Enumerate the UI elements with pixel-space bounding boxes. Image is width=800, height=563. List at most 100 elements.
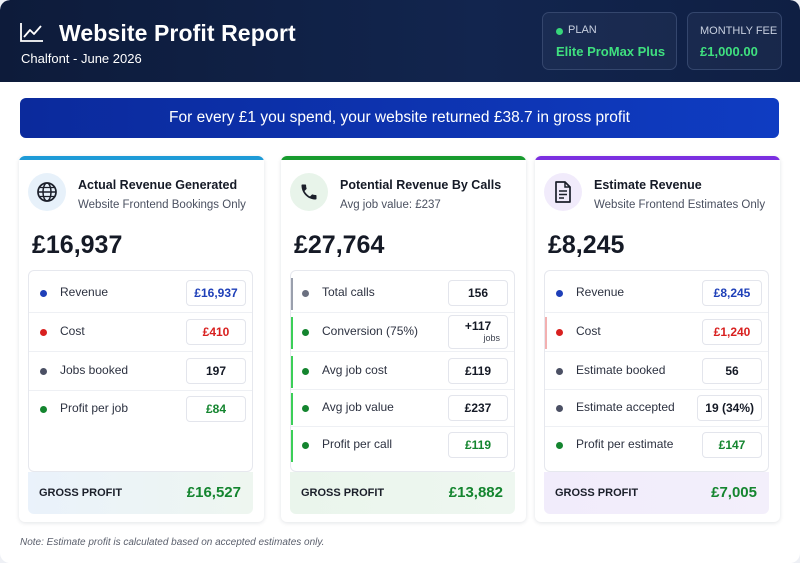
metric-value: +117 jobs xyxy=(448,315,508,349)
metric-value: £410 xyxy=(186,319,246,345)
document-icon xyxy=(544,173,582,211)
divider xyxy=(545,312,768,313)
metric-label: Jobs booked xyxy=(60,363,129,377)
bullet-icon xyxy=(302,442,309,449)
card-estimate-revenue: Estimate Revenue Website Frontend Estima… xyxy=(535,156,780,522)
globe-icon xyxy=(28,173,66,211)
metric-label: Cost xyxy=(576,324,601,338)
metric-value: £1,240 xyxy=(702,319,762,345)
plan-label: PLAN xyxy=(568,24,597,36)
status-dot-icon xyxy=(556,28,563,35)
list-item: Revenue £16,937 xyxy=(29,275,252,311)
footnote: Note: Estimate profit is calculated base… xyxy=(20,537,325,548)
metric-label: Cost xyxy=(60,324,85,338)
metric-label: Avg job value xyxy=(322,400,394,414)
metric-value: 19 (34%) xyxy=(697,395,762,421)
metric-label: Revenue xyxy=(60,285,109,299)
bullet-icon xyxy=(40,290,47,297)
phone-icon xyxy=(290,173,328,211)
row-accent-bar xyxy=(291,278,293,310)
plan-value: Elite ProMax Plus xyxy=(556,44,666,59)
bullet-icon xyxy=(302,405,309,412)
card-title: Estimate Revenue xyxy=(594,178,702,192)
bullet-icon xyxy=(40,368,47,375)
bullet-icon xyxy=(302,368,309,375)
bullet-icon xyxy=(302,290,309,297)
list-item: Cost £1,240 xyxy=(545,314,768,350)
metric-label: Profit per estimate xyxy=(576,437,674,451)
metric-value: £16,937 xyxy=(186,280,246,306)
card-accent-bar xyxy=(281,156,526,160)
page-subtitle: Chalfont - June 2026 xyxy=(21,51,142,66)
list-item: Estimate accepted 19 (34%) xyxy=(545,390,768,426)
card-actual-revenue: Actual Revenue Generated Website Fronten… xyxy=(19,156,264,522)
metric-label: Profit per job xyxy=(60,401,129,415)
list-item: Profit per estimate £147 xyxy=(545,427,768,463)
row-accent-bar xyxy=(291,393,293,425)
gross-profit-value: £13,882 xyxy=(448,484,503,501)
gross-profit-label: GROSS PROFIT xyxy=(301,487,385,499)
divider xyxy=(29,351,252,352)
row-accent-bar xyxy=(545,317,547,349)
metric-value: £8,245 xyxy=(702,280,762,306)
row-accent-bar xyxy=(291,317,293,349)
card-title: Potential Revenue By Calls xyxy=(340,178,502,192)
card-total: £27,764 xyxy=(294,231,385,259)
monthly-fee-badge: MONTHLY FEE £1,000.00 xyxy=(687,12,782,70)
card-title: Actual Revenue Generated xyxy=(78,178,238,192)
divider xyxy=(291,351,514,352)
bullet-icon xyxy=(40,406,47,413)
list-item: Cost £410 xyxy=(29,314,252,350)
metric-value: £119 xyxy=(448,358,508,384)
gross-profit-footer: GROSS PROFIT £7,005 xyxy=(544,472,769,514)
plan-badge: PLAN Elite ProMax Plus xyxy=(542,12,677,70)
gross-profit-value: £16,527 xyxy=(186,484,241,501)
card-accent-bar xyxy=(19,156,264,160)
metrics-list: Revenue £16,937 Cost £410 Jobs booked 19… xyxy=(28,270,253,472)
list-item: Total calls 156 xyxy=(291,275,514,311)
list-item: Avg job value £237 xyxy=(291,390,514,426)
fee-value: £1,000.00 xyxy=(700,44,758,59)
bullet-icon xyxy=(556,329,563,336)
list-item: Revenue £8,245 xyxy=(545,275,768,311)
metric-value: 56 xyxy=(702,358,762,384)
page-title: Website Profit Report xyxy=(59,20,296,46)
report-page: Website Profit Report Chalfont - June 20… xyxy=(0,0,800,563)
list-item: Jobs booked 197 xyxy=(29,353,252,389)
metric-value-main: +117 xyxy=(464,319,492,333)
divider xyxy=(545,351,768,352)
metric-value: £119 xyxy=(448,432,508,458)
card-subtitle: Website Frontend Bookings Only xyxy=(78,199,246,211)
metric-label: Estimate booked xyxy=(576,363,666,377)
card-potential-revenue: Potential Revenue By Calls Avg job value… xyxy=(281,156,526,522)
card-total: £16,937 xyxy=(32,231,123,259)
metric-label: Avg job cost xyxy=(322,363,388,377)
trend-line-icon xyxy=(20,23,43,42)
gross-profit-footer: GROSS PROFIT £16,527 xyxy=(28,472,253,514)
metric-label: Revenue xyxy=(576,285,625,299)
list-item: Estimate booked 56 xyxy=(545,353,768,389)
metrics-list: Total calls 156 Conversion (75%) +117 jo… xyxy=(290,270,515,472)
metric-value-unit: jobs xyxy=(483,333,500,343)
bullet-icon xyxy=(40,329,47,336)
bullet-icon xyxy=(556,405,563,412)
row-accent-bar xyxy=(291,430,293,462)
metric-label: Profit per call xyxy=(322,437,393,451)
list-item: Profit per job £84 xyxy=(29,391,252,427)
card-accent-bar xyxy=(535,156,780,160)
divider xyxy=(29,312,252,313)
metrics-list: Revenue £8,245 Cost £1,240 Estimate book… xyxy=(544,270,769,472)
bullet-icon xyxy=(556,442,563,449)
metric-label: Estimate accepted xyxy=(576,400,675,414)
metric-value: 156 xyxy=(448,280,508,306)
fee-label: MONTHLY FEE xyxy=(700,25,778,37)
bullet-icon xyxy=(556,290,563,297)
report-header: Website Profit Report Chalfont - June 20… xyxy=(0,0,800,82)
card-total: £8,245 xyxy=(548,231,625,259)
list-item: Profit per call £119 xyxy=(291,427,514,463)
bullet-icon xyxy=(302,329,309,336)
gross-profit-label: GROSS PROFIT xyxy=(39,487,123,499)
metric-label: Total calls xyxy=(322,285,375,299)
list-item: Avg job cost £119 xyxy=(291,353,514,389)
gross-profit-label: GROSS PROFIT xyxy=(555,487,639,499)
